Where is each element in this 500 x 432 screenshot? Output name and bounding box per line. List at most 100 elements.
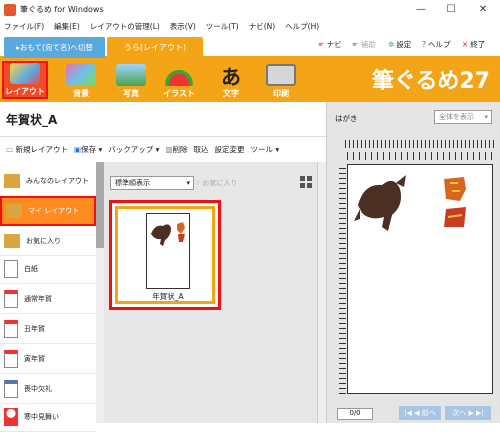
sidebar-item-label: 丑年賀 [24,324,45,333]
paper-type-label: はがき [335,114,358,123]
printer-icon [266,64,296,86]
settings-link[interactable]: ✲ 設定 [388,39,411,50]
card-icon [4,319,18,338]
chevron-down-icon: ▾ [484,113,488,121]
tab-row: ▸おもて(宛て名)へ切替 うら(レイアウト) ☛ ナビ ☛ 補助 ✲ 設定 ? ヘルプ … [0,33,500,58]
import-button[interactable]: 取込 [193,144,208,155]
sidebar-item-mourning[interactable]: 喪中欠礼 [0,374,96,404]
close-button[interactable]: ✕ [468,0,498,19]
menu-file[interactable]: ファイル(F) [4,21,44,32]
new-doc-icon: ▭ [6,145,14,154]
star-folder-icon [4,233,20,248]
menu-layout-manage[interactable]: レイアウトの管理(L) [90,21,160,32]
delete-button[interactable]: ▥削除 [165,144,187,155]
minimize-button[interactable]: — [406,0,436,19]
tab-back-layout[interactable]: うら(レイアウト) [107,37,203,58]
menu-view[interactable]: 表示(V) [170,21,196,32]
layout-title: 年賀状_A [0,102,326,136]
favorite-filter[interactable]: ☆ お気に入り [194,178,238,188]
sidebar-item-label: マイ レイアウト [28,207,80,215]
background-icon [66,64,96,86]
tool-print[interactable]: 印刷 [258,61,304,99]
horizontal-ruler-minor [347,152,493,160]
sidebar-item-tiger-nenga[interactable]: 寅年賀 [0,344,96,374]
brush-text-icon: あ [221,64,241,89]
maximize-button[interactable]: ☐ [436,0,466,19]
grid-view-icon[interactable] [300,176,312,188]
tool-photo[interactable]: 写真 [108,61,154,99]
menu-edit[interactable]: 編集(E) [54,21,80,32]
prev-page-button[interactable]: |◀ ◀ 前へ [399,406,441,420]
postcard-preview[interactable] [347,164,493,394]
main-toolbar: レイアウト 背景 写真 イラスト あ 文字 印刷 筆ぐるめ27 [0,58,500,102]
new-layout-button[interactable]: ▭ 新規レイアウト [6,144,68,155]
tool-illust-label: イラスト [163,89,195,98]
tool-text-label: 文字 [223,89,239,98]
category-sidebar: みんなのレイアウト マイ レイアウト お気に入り 白紙 通常年賀 丑年賀 寅年賀… [0,162,104,432]
pointer-icon: ☛ [318,40,325,49]
navi-link[interactable]: ☛ ナビ [318,39,342,50]
view-order-select[interactable]: 標準順表示 ▾ [110,176,194,190]
page-number: 0/0 [337,408,373,420]
backup-button[interactable]: バックアップ ▾ [108,144,159,155]
assist-label: 補助 [360,40,376,49]
navi-label: ナビ [326,40,342,49]
scroll-thumb[interactable] [96,162,104,248]
blank-paper-icon [4,259,18,278]
app-icon [4,3,16,16]
layout-list-panel: 標準順表示 ▾ ☆ お気に入り 年賀状_A [104,162,326,423]
sidebar-item-label: 寅年賀 [24,354,45,363]
tool-text[interactable]: あ 文字 [208,61,254,99]
folder-icon [6,204,22,218]
mourning-card-icon [4,379,18,398]
sidebar-item-label: お気に入り [26,236,61,245]
tab-front-switch[interactable]: ▸おもて(宛て名)へ切替 [4,37,105,58]
title-bar: 筆ぐるめ for Windows — ☐ ✕ [0,0,500,19]
layout-icon [10,63,40,84]
sidebar-item-favorites[interactable]: お気に入り [0,226,96,256]
menu-tools[interactable]: ツール(T) [206,21,239,32]
settings-label: 設定 [396,40,412,49]
sidebar-item-ox-nenga[interactable]: 丑年賀 [0,314,96,344]
preview-artwork [354,175,466,231]
new-layout-label: 新規レイアウト [15,145,68,154]
layout-card-frame: 年賀状_A [115,206,215,304]
sidebar-item-my-layout[interactable]: マイ レイアウト [0,196,96,226]
sidebar-item-everyone[interactable]: みんなのレイアウト [0,166,96,196]
chevron-down-icon: ▾ [186,179,190,187]
layout-card[interactable]: 年賀状_A [109,200,221,310]
next-page-button[interactable]: 次へ ▶ ▶| [445,406,491,420]
sidebar-item-winter[interactable]: 寒中見舞い [0,402,96,432]
settings-change-button[interactable]: 設定変更 [214,144,244,155]
sidebar-item-blank[interactable]: 白紙 [0,254,96,284]
sidebar-item-normal-nenga[interactable]: 通常年賀 [0,284,96,314]
sidebar-scrollbar[interactable] [96,162,104,423]
card-icon [4,289,18,308]
folder-icon [4,173,20,188]
sidebar-item-label: 通常年賀 [24,294,52,303]
sidebar-item-label: 白紙 [24,264,38,273]
assist-link[interactable]: ☛ 補助 [352,39,376,50]
list-scrollbar[interactable] [317,162,326,423]
zoom-select[interactable]: 全体を表示 ▾ [434,110,492,124]
window-title: 筆ぐるめ for Windows [20,5,104,14]
tool-photo-label: 写真 [123,89,139,98]
menu-help[interactable]: ヘルプ(H) [285,21,319,32]
exit-label: 終了 [470,40,486,49]
tool-layout[interactable]: レイアウト [2,61,48,99]
tools-button[interactable]: ツール ▾ [250,144,279,155]
tool-background[interactable]: 背景 [58,61,104,99]
question-icon: ? [422,40,426,49]
menu-navi[interactable]: ナビ(N) [249,21,275,32]
help-link[interactable]: ? ヘルプ [422,39,450,50]
tool-print-label: 印刷 [273,89,289,98]
tool-illust[interactable]: イラスト [156,61,202,99]
watermelon-icon [164,64,194,86]
save-button[interactable]: ▣保存 ▾ [74,144,102,155]
gashou-calligraphy-icon [444,177,466,227]
exit-link[interactable]: ✕ 終了 [462,39,485,50]
view-order-value: 標準順表示 [115,179,150,187]
ox-illustration-icon [354,175,406,231]
menu-bar: ファイル(F) 編集(E) レイアウトの管理(L) 表示(V) ツール(T) ナ… [0,19,500,33]
delete-label: 削除 [172,145,188,154]
